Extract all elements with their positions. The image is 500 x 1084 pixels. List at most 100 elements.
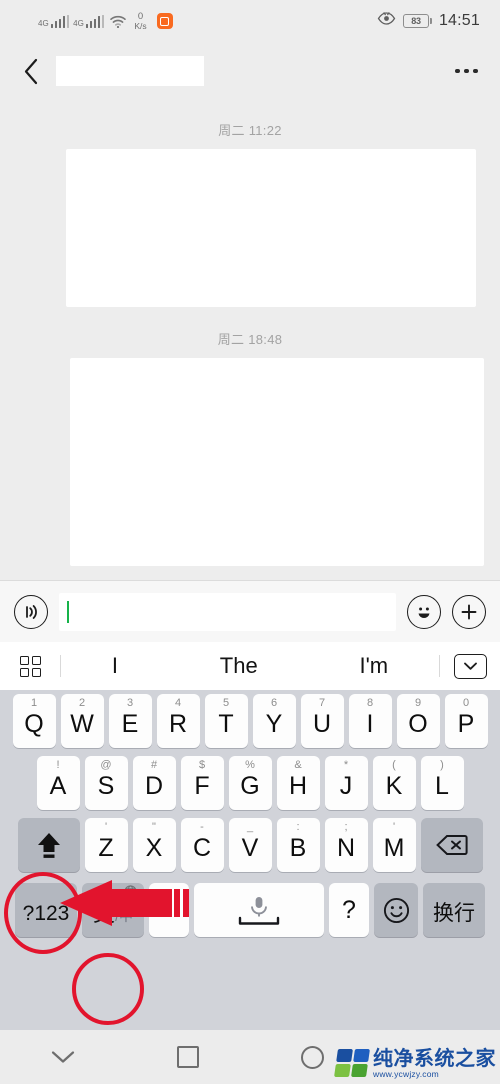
- backspace-key[interactable]: [420, 818, 483, 872]
- back-button[interactable]: [18, 56, 44, 86]
- key-hint: @: [100, 759, 112, 771]
- key-hint: :: [296, 821, 300, 833]
- language-cn-label: /中: [115, 908, 133, 924]
- space-mic-icon: [238, 897, 280, 925]
- chat-message-list[interactable]: 周二 11:22 周二 18:48: [0, 100, 500, 580]
- watermark: 纯净系统之家 www.ycwjzy.com: [334, 1045, 496, 1079]
- circle-icon: [301, 1045, 324, 1069]
- question-key[interactable]: ?: [329, 883, 369, 937]
- key-p[interactable]: 0P: [444, 694, 488, 748]
- key-label: J: [339, 771, 353, 800]
- key-u[interactable]: 7U: [300, 694, 344, 748]
- network-speed-unit: K/s: [134, 21, 147, 31]
- key-y[interactable]: 6Y: [252, 694, 296, 748]
- key-label: Z: [98, 833, 114, 862]
- key-hint: 4: [174, 697, 182, 709]
- key-label: 换行: [433, 901, 475, 925]
- key-g[interactable]: % G: [228, 756, 272, 810]
- suggestion-word-1[interactable]: I: [112, 653, 118, 679]
- key-r[interactable]: 4R: [156, 694, 200, 748]
- recents-button[interactable]: [125, 1046, 250, 1068]
- key-label: L: [435, 771, 449, 800]
- key-l[interactable]: ) L: [420, 756, 464, 810]
- key-hint: 5: [222, 697, 230, 709]
- suggestion-bar: I The I'm: [0, 642, 500, 690]
- more-dot-3: [473, 68, 478, 74]
- key-label: H: [288, 771, 308, 800]
- add-attachment-button[interactable]: [452, 594, 486, 629]
- key-hint: 6: [270, 697, 278, 709]
- key-w[interactable]: 2W: [60, 694, 104, 748]
- watermark-brand: 纯净系统之家: [373, 1045, 496, 1070]
- voice-input-icon: [26, 604, 37, 619]
- key-label: N: [336, 833, 356, 862]
- keyboard-grid-icon: [19, 655, 41, 677]
- emoji-key[interactable]: [374, 883, 418, 937]
- key-hint: 9: [414, 697, 422, 709]
- key-label: ·: [165, 897, 173, 922]
- shift-key[interactable]: [17, 818, 80, 872]
- key-c[interactable]: -C: [180, 818, 224, 872]
- key-hint: 0: [462, 697, 470, 709]
- key-z[interactable]: ' Z: [84, 818, 128, 872]
- key-hint: ": [152, 821, 156, 833]
- status-bar-clock: 14:51: [438, 12, 480, 29]
- key-b[interactable]: :B: [276, 818, 320, 872]
- key-hint: ): [440, 759, 444, 771]
- key-m[interactable]: ' M: [372, 818, 416, 872]
- key-hint: 1: [30, 697, 38, 709]
- key-x[interactable]: " X: [132, 818, 176, 872]
- system-navigation-bar: 纯净系统之家 www.ycwjzy.com: [0, 1030, 500, 1084]
- key-label: G: [240, 771, 260, 800]
- key-hint: (: [392, 759, 396, 771]
- hide-keyboard-button[interactable]: [0, 1049, 125, 1065]
- language-switch-key[interactable]: 英/中: [82, 883, 144, 937]
- key-v[interactable]: _ V: [228, 818, 272, 872]
- message-bubble[interactable]: [66, 149, 476, 307]
- suggestion-word-3[interactable]: I'm: [359, 653, 388, 679]
- key-d[interactable]: # D: [132, 756, 176, 810]
- suggestion-word-2[interactable]: The: [220, 653, 258, 679]
- key-o[interactable]: 9O: [396, 694, 440, 748]
- key-hint: 2: [78, 697, 86, 709]
- key-n[interactable]: ; N: [324, 818, 368, 872]
- message-text-input[interactable]: [59, 592, 396, 631]
- key-f[interactable]: $ F: [180, 756, 224, 810]
- signal-4g-icon-2: 4G: [73, 14, 105, 28]
- keyboard-grid-button[interactable]: [0, 655, 60, 677]
- key-t[interactable]: 5T: [204, 694, 248, 748]
- more-dot-2: [464, 68, 469, 74]
- key-hint: 3: [126, 697, 134, 709]
- key-k[interactable]: (K: [372, 756, 416, 810]
- key-a[interactable]: ! A: [36, 756, 80, 810]
- voice-input-button[interactable]: [14, 594, 48, 629]
- collapse-suggestions-button[interactable]: [440, 653, 500, 679]
- key-hint: #: [150, 759, 158, 771]
- key-s[interactable]: @ S: [84, 756, 128, 810]
- message-bubble-2[interactable]: [70, 358, 484, 566]
- message-timestamp: 周二 11:22: [218, 123, 282, 138]
- key-h[interactable]: & H: [276, 756, 320, 810]
- key-hint: 7: [318, 697, 326, 709]
- key-j[interactable]: * J: [324, 756, 368, 810]
- period-key[interactable]: ·: [149, 883, 189, 937]
- key-e[interactable]: 3E: [108, 694, 152, 748]
- key-i[interactable]: 8I: [348, 694, 392, 748]
- symbols-key[interactable]: ?123: [15, 883, 77, 937]
- emoji-button[interactable]: [407, 594, 441, 629]
- emoji-icon: [383, 897, 409, 923]
- status-bar: 4G 4G 0 K/s 83 14:51: [0, 0, 500, 42]
- emoji-icon: [418, 607, 430, 618]
- key-label: U: [312, 709, 332, 738]
- app-icon: [156, 13, 173, 29]
- key-label: W: [70, 709, 94, 738]
- more-options-button[interactable]: [455, 68, 478, 74]
- watermark-url: www.ycwjzy.com: [373, 1068, 439, 1079]
- key-hint: ': [104, 821, 108, 833]
- key-label: F: [194, 771, 210, 800]
- key-hint: ': [392, 821, 396, 833]
- enter-key[interactable]: 换行: [423, 883, 485, 937]
- space-key[interactable]: [194, 883, 324, 937]
- key-q[interactable]: 1Q: [12, 694, 56, 748]
- chevron-down-icon: [51, 1051, 74, 1063]
